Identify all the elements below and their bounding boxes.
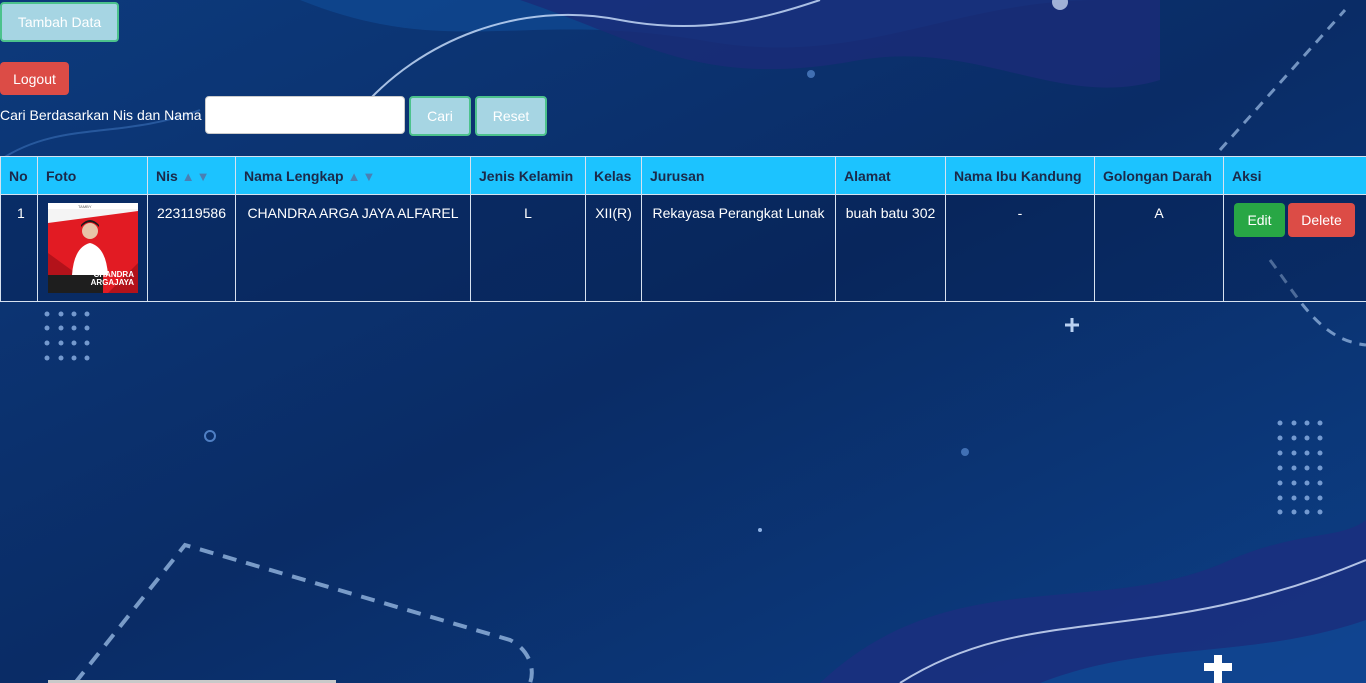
header-nis[interactable]: Nis ▲▼ (147, 156, 236, 195)
header-jurusan: Jurusan (641, 156, 836, 195)
header-foto: Foto (37, 156, 148, 195)
search-label: Cari Berdasarkan Nis dan Nama (0, 107, 202, 123)
cell-jenis-kelamin: L (470, 194, 586, 302)
svg-text:TAMBY: TAMBY (78, 204, 92, 209)
header-aksi: Aksi (1223, 156, 1366, 195)
student-photo: TAMBY CHANDRA ARGAJAYA (48, 203, 138, 293)
search-button[interactable]: Cari (409, 96, 471, 136)
header-jenis-kelamin: Jenis Kelamin (470, 156, 586, 195)
logout-button[interactable]: Logout (0, 62, 69, 95)
photo-caption-bottom: ARGAJAYA (91, 278, 135, 287)
cell-nama: CHANDRA ARGA JAYA ALFAREL (235, 194, 471, 302)
search-input[interactable] (205, 96, 405, 134)
table-row: 1 TAMBY CHANDRA ARGAJAYA 223119586 CHAND… (0, 194, 1366, 302)
header-kelas: Kelas (585, 156, 642, 195)
cell-jurusan: Rekayasa Perangkat Lunak (641, 194, 836, 302)
cell-alamat: buah batu 302 (835, 194, 946, 302)
cell-foto: TAMBY CHANDRA ARGAJAYA (37, 194, 148, 302)
student-table: No Foto Nis ▲▼ Nama Lengkap ▲▼ Jenis Kelam… (0, 156, 1366, 302)
cell-nis: 223119586 (147, 194, 236, 302)
cell-aksi: Edit Delete (1223, 194, 1366, 302)
header-nis-label: Nis (156, 167, 178, 184)
header-goldar: Golongan Darah (1094, 156, 1224, 195)
cell-kelas: XII(R) (585, 194, 642, 302)
add-data-button[interactable]: Tambah Data (0, 2, 119, 42)
table-header-row: No Foto Nis ▲▼ Nama Lengkap ▲▼ Jenis Kelam… (0, 156, 1366, 195)
header-ibu: Nama Ibu Kandung (945, 156, 1095, 195)
delete-button[interactable]: Delete (1288, 203, 1355, 237)
header-alamat: Alamat (835, 156, 946, 195)
reset-button[interactable]: Reset (475, 96, 547, 136)
cell-no: 1 (0, 194, 38, 302)
header-nama-label: Nama Lengkap (244, 167, 344, 184)
header-nama[interactable]: Nama Lengkap ▲▼ (235, 156, 471, 195)
header-no: No (0, 156, 38, 195)
sort-arrows-icon[interactable]: ▲▼ (348, 169, 378, 184)
edit-button[interactable]: Edit (1234, 203, 1285, 237)
cell-ibu: - (945, 194, 1095, 302)
sort-arrows-icon[interactable]: ▲▼ (182, 169, 212, 184)
cell-goldar: A (1094, 194, 1224, 302)
